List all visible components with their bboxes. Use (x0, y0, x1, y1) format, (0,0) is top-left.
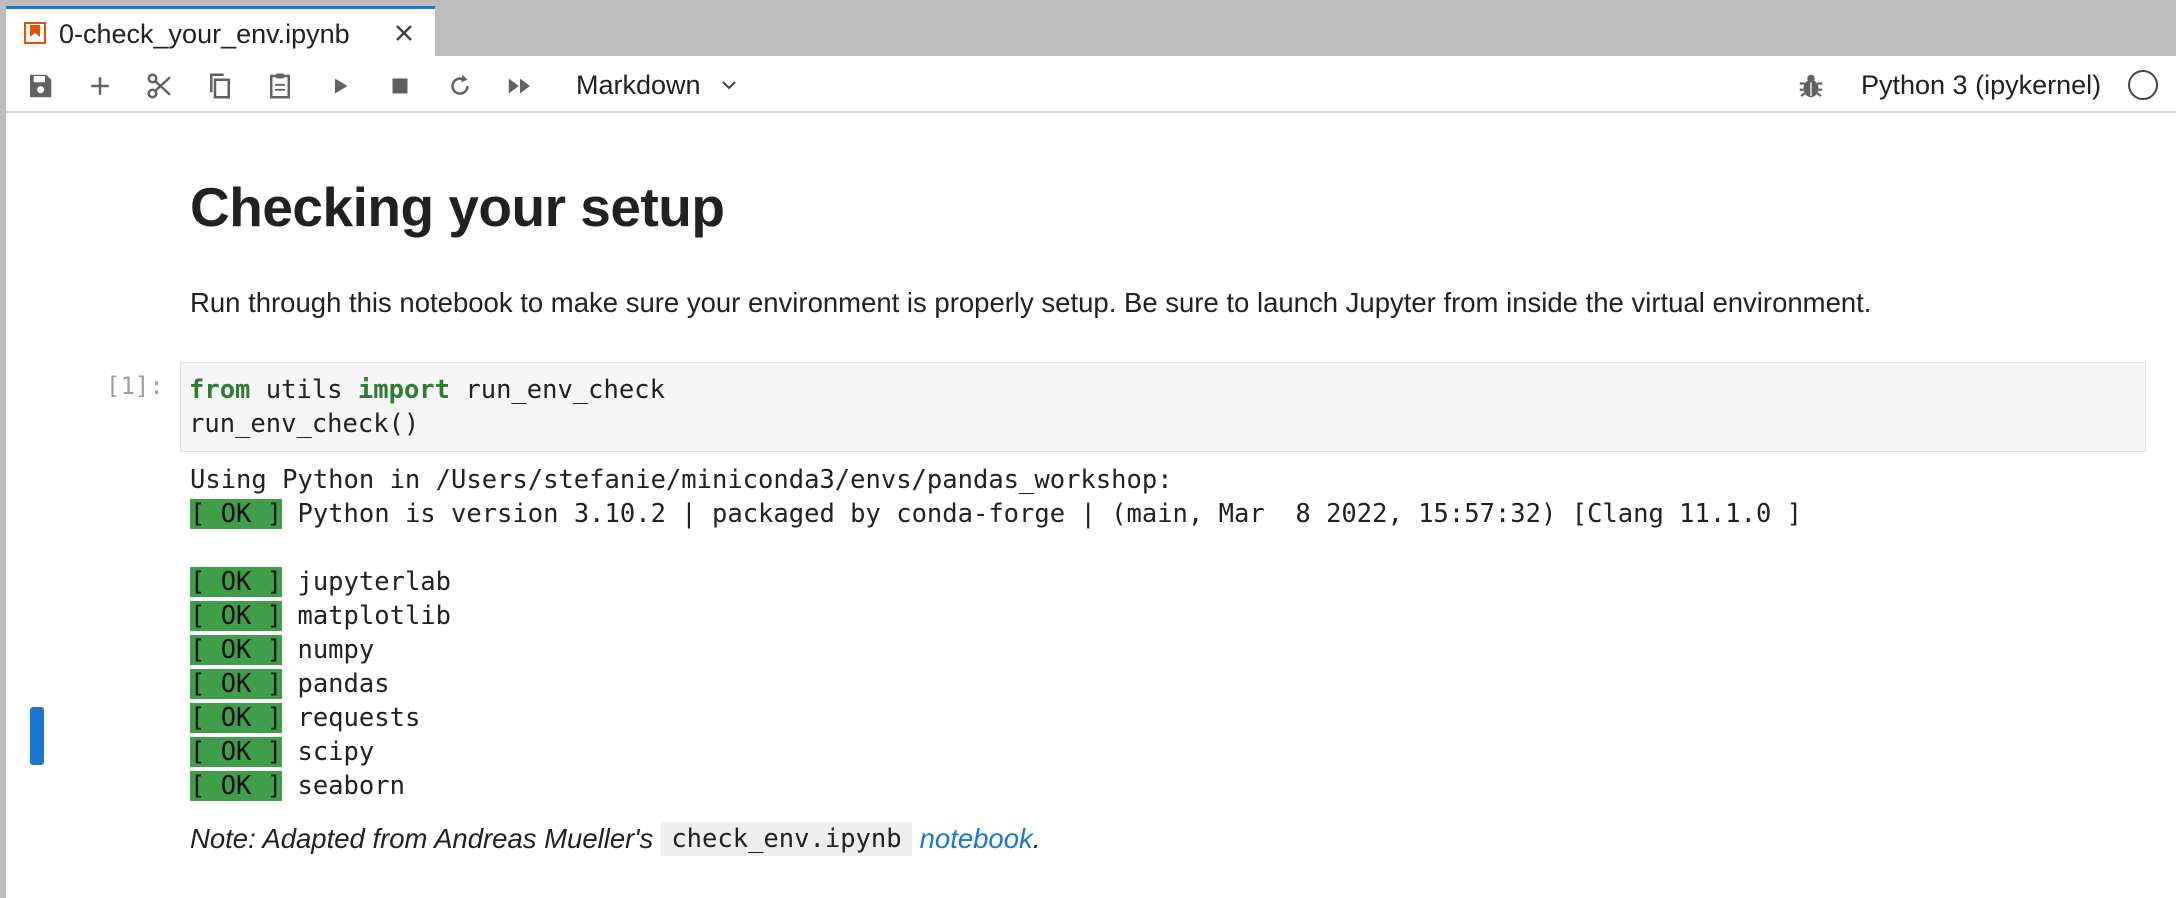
code-cell[interactable]: from utils import run_env_check run_env_… (180, 362, 2146, 452)
kernel-name[interactable]: Python 3 (ipykernel) (1861, 70, 2101, 101)
bug-icon[interactable] (1796, 71, 1826, 101)
ok-badge: [ OK ] (190, 669, 283, 699)
code-module: utils (250, 375, 358, 405)
package-line: [ OK ] scipy (190, 735, 1802, 769)
active-cell-indicator[interactable] (30, 707, 44, 765)
intro-paragraph: Run through this notebook to make sure y… (190, 287, 1872, 318)
code-line: from utils import run_env_check (189, 373, 2137, 407)
run-icon (335, 78, 348, 94)
ok-badge: [ OK ] (190, 567, 283, 597)
notebook-tab[interactable]: 0-check_your_env.ipynb (6, 6, 435, 56)
note-code: check_env.ipynb (661, 822, 912, 856)
page-title: Checking your setup (190, 176, 725, 238)
note-prefix: Note: Adapted from Andreas Mueller's (190, 823, 654, 854)
package-line: [ OK ] jupyterlab (190, 565, 1802, 599)
tab-strip: 0-check_your_env.ipynb (0, 0, 2176, 56)
cell-type-label: Markdown (576, 69, 701, 100)
package-name: jupyterlab (282, 567, 452, 597)
notebook-toolbar: Markdown Python 3 (ipykernel) (0, 56, 2176, 113)
keyword-from: from (189, 375, 251, 405)
package-name: seaborn (282, 771, 405, 801)
ok-badge: [ OK ] (190, 703, 283, 733)
run-all-icon (508, 78, 530, 94)
python-path-line: Using Python in /Users/stefanie/minicond… (190, 465, 1173, 495)
cut-icon (147, 73, 171, 99)
notebook-link[interactable]: notebook (920, 823, 1033, 855)
copy-button[interactable] (200, 66, 240, 106)
kernel-status-icon (2128, 70, 2158, 100)
package-list: [ OK ] jupyterlab[ OK ] matplotlib[ OK ]… (190, 565, 1802, 803)
ok-badge: [ OK ] (190, 771, 283, 801)
notebook-icon (24, 22, 46, 44)
paste-button[interactable] (260, 66, 300, 106)
package-name: pandas (282, 669, 390, 699)
stop-icon (392, 78, 408, 94)
run-button[interactable] (320, 66, 360, 106)
restart-icon (451, 74, 469, 95)
python-version-line: [ OK ] Python is version 3.10.2 | packag… (190, 497, 1802, 531)
restart-button[interactable] (440, 66, 480, 106)
note-paragraph: Note: Adapted from Andreas Mueller's che… (190, 822, 1040, 856)
package-line: [ OK ] requests (190, 701, 1802, 735)
cell-output: Using Python in /Users/stefanie/minicond… (190, 463, 1802, 803)
copy-icon (210, 73, 230, 99)
package-name: requests (282, 703, 421, 733)
execution-prompt: [1]: (106, 372, 164, 400)
chevron-down-icon (721, 81, 736, 90)
code-line: run_env_check() (189, 409, 420, 439)
package-line: [ OK ] numpy (190, 633, 1802, 667)
save-button[interactable] (20, 66, 60, 106)
version-text: Python is version 3.10.2 | packaged by c… (282, 499, 1803, 529)
run-all-button[interactable] (500, 66, 540, 106)
cut-button[interactable] (140, 66, 180, 106)
add-cell-icon (91, 77, 109, 95)
close-icon[interactable] (390, 19, 418, 47)
paste-icon (270, 73, 290, 99)
notebook-panel: Checking your setup Run through this not… (6, 115, 2176, 898)
stop-button[interactable] (380, 66, 420, 106)
package-line: [ OK ] pandas (190, 667, 1802, 701)
code-import-name: run_env_check (450, 375, 665, 405)
ok-badge: [ OK ] (190, 635, 283, 665)
package-name: scipy (282, 737, 375, 767)
ok-badge: [ OK ] (190, 737, 283, 767)
package-name: matplotlib (282, 601, 452, 631)
cell-type-select[interactable]: Markdown (576, 68, 739, 102)
note-suffix: . (1032, 823, 1041, 854)
add-cell-button[interactable] (80, 66, 120, 106)
ok-badge: [ OK ] (190, 499, 283, 529)
package-name: numpy (282, 635, 375, 665)
tab-title: 0-check_your_env.ipynb (59, 19, 350, 49)
package-line: [ OK ] matplotlib (190, 599, 1802, 633)
save-icon (30, 74, 52, 98)
keyword-import: import (357, 375, 451, 405)
package-line: [ OK ] seaborn (190, 769, 1802, 803)
ok-badge: [ OK ] (190, 601, 283, 631)
